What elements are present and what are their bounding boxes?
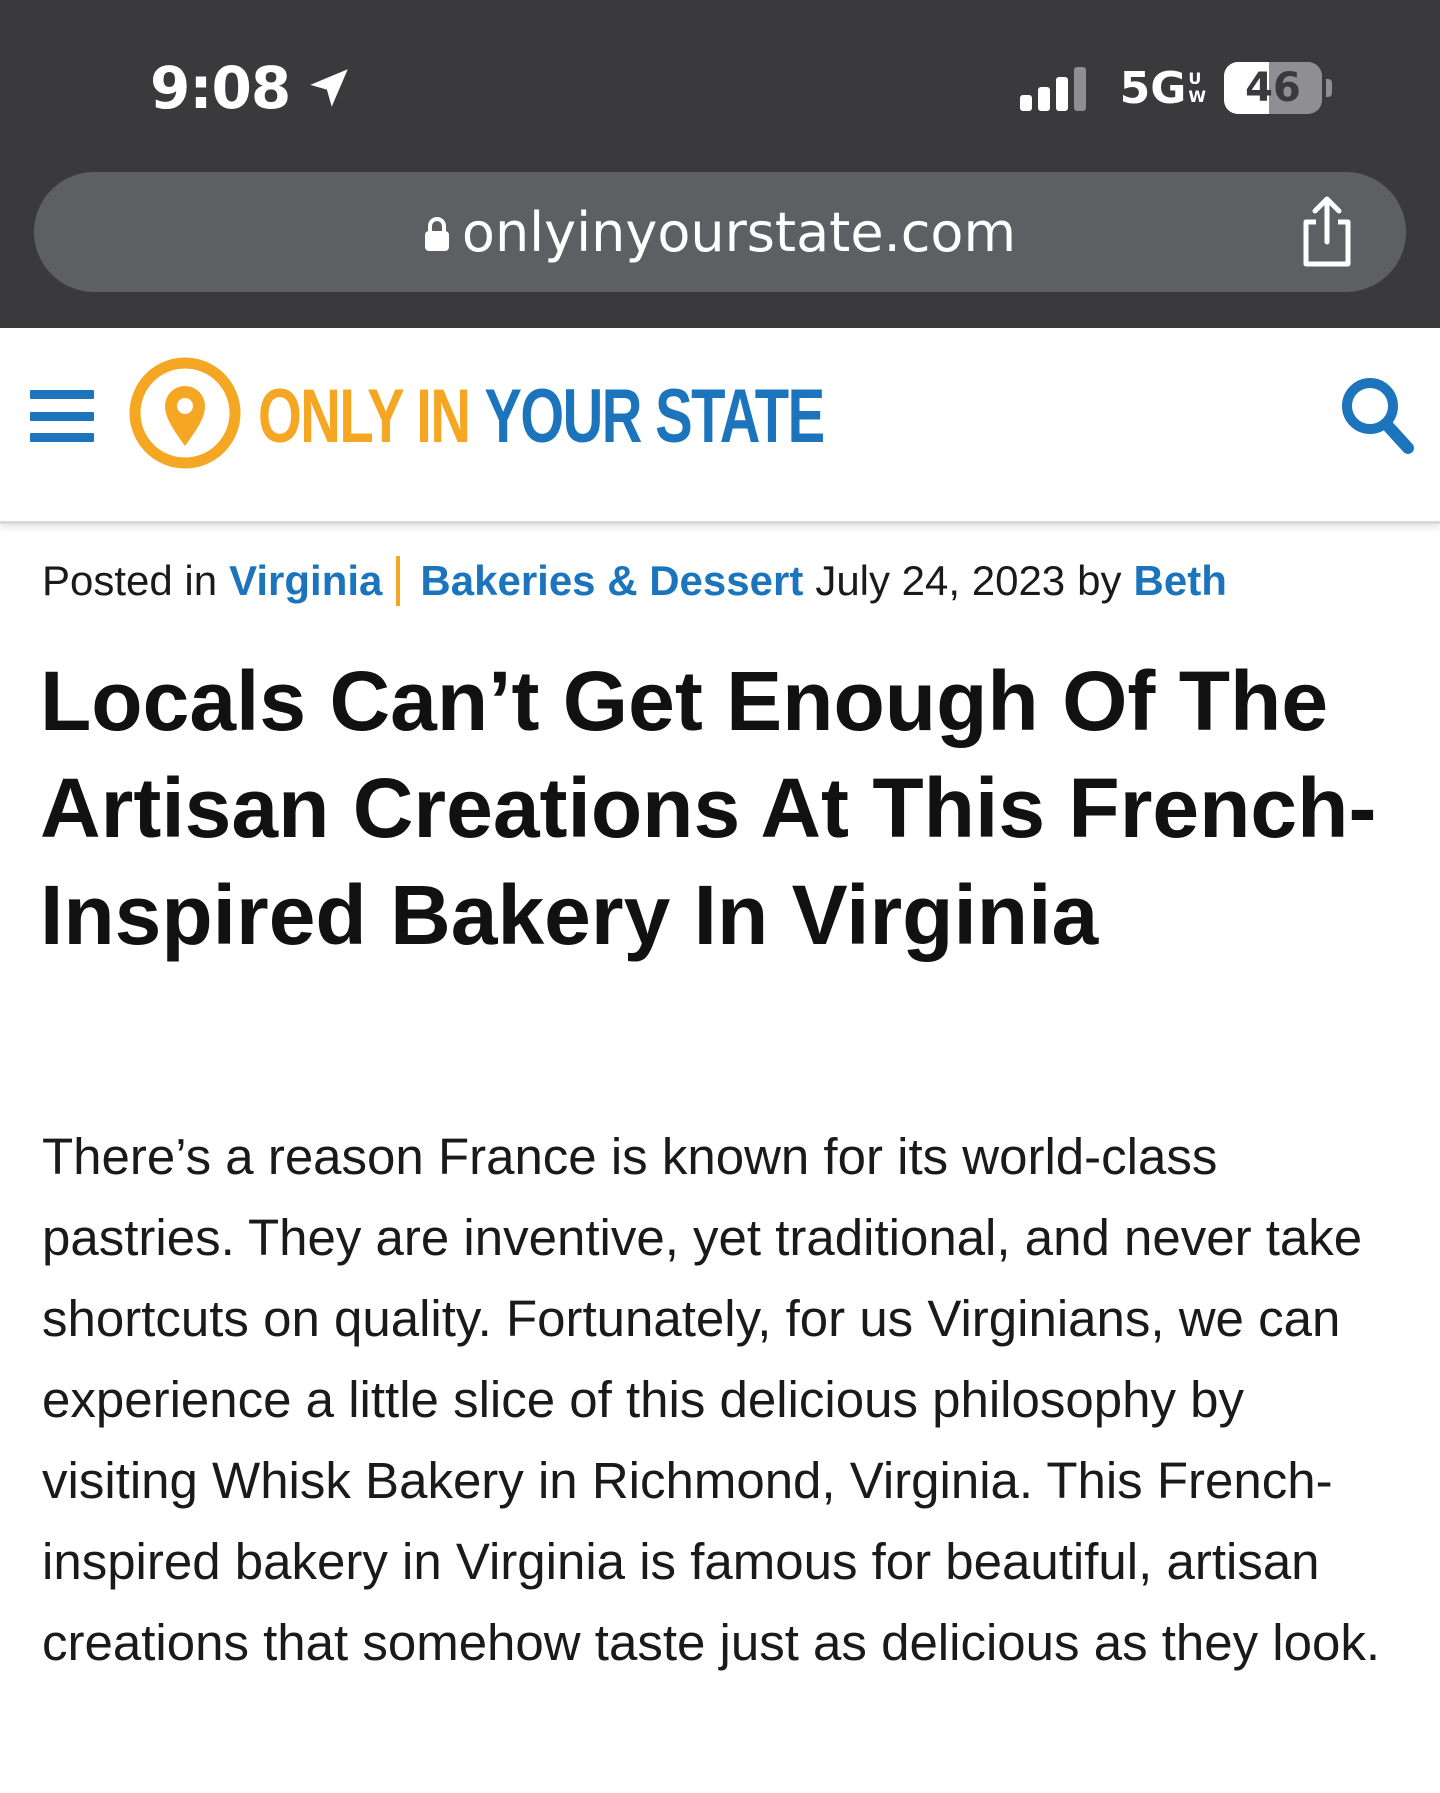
article-meta: Posted in Virginia Bakeries & Dessert Ju… — [42, 556, 1422, 606]
network-sub-top: U — [1188, 69, 1202, 88]
share-icon[interactable] — [1296, 196, 1358, 268]
posted-in-label: Posted in — [42, 557, 218, 604]
network-sub: U W — [1188, 70, 1206, 106]
status-indicators: 5G U W 46 — [1019, 56, 1332, 120]
location-arrow-icon — [310, 69, 349, 107]
lock-icon — [424, 217, 449, 251]
battery-nub — [1326, 79, 1332, 97]
author-link[interactable]: Beth — [1134, 557, 1227, 605]
network-sub-bottom: W — [1188, 87, 1206, 106]
by-label: by — [1077, 557, 1122, 604]
hamburger-menu-icon[interactable] — [30, 386, 94, 446]
browser-chrome: 9:08 5G U W 46 onlyinyourstate.com — [0, 0, 1440, 328]
post-date: July 24, 2023 — [815, 557, 1066, 604]
url-display[interactable]: onlyinyourstate.com — [34, 172, 1406, 292]
map-pin-icon[interactable] — [128, 356, 242, 470]
time-text: 9:08 — [150, 54, 291, 122]
network-type: 5G — [1119, 62, 1187, 114]
logo-text-part1: ONLY IN — [258, 373, 471, 459]
battery-icon: 46 — [1224, 62, 1322, 114]
status-time: 9:08 — [150, 48, 354, 128]
site-header: ONLY IN YOUR STATE — [0, 328, 1440, 524]
battery-level: 46 — [1245, 65, 1301, 111]
category-link-virginia[interactable]: Virginia — [229, 557, 382, 605]
article-body: There’s a reason France is known for its… — [42, 1128, 1381, 1671]
category-separator — [396, 556, 401, 606]
category-link-bakeries[interactable]: Bakeries & Dessert — [420, 557, 803, 605]
article-title: Locals Can’t Get Enough Of The Artisan C… — [40, 654, 1377, 962]
signal-bars-icon — [1019, 65, 1092, 111]
network-indicator: 5G U W — [1120, 63, 1224, 114]
url-text: onlyinyourstate.com — [461, 200, 1017, 264]
address-bar[interactable]: onlyinyourstate.com — [34, 172, 1406, 292]
site-logo[interactable]: ONLY IN YOUR STATE — [258, 368, 825, 464]
search-icon[interactable] — [1340, 376, 1414, 454]
logo-text-part2: YOUR STATE — [484, 373, 825, 459]
